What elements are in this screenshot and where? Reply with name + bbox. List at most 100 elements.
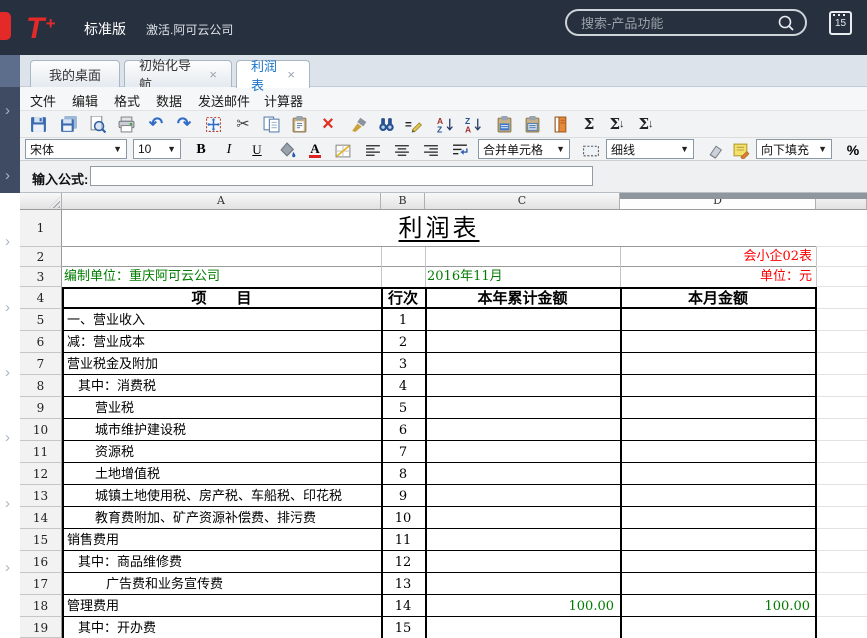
formula-input[interactable] xyxy=(90,166,593,186)
cell-a13[interactable]: 城镇土地使用税、房产税、车船税、印花税 xyxy=(64,487,378,506)
cell-d11[interactable] xyxy=(622,443,810,462)
underline-button[interactable]: U xyxy=(244,138,270,162)
cell-a5[interactable]: 一、营业收入 xyxy=(64,311,378,330)
cell-b12[interactable]: 8 xyxy=(383,465,423,484)
cell-a9[interactable]: 营业税 xyxy=(64,399,378,418)
edit-formula-button[interactable]: = xyxy=(401,112,427,136)
cut-button[interactable]: ✂ xyxy=(230,112,256,136)
row-header-15[interactable]: 15 xyxy=(20,529,62,551)
save-as-button[interactable] xyxy=(56,112,82,136)
font-select[interactable]: 宋体 ▼ xyxy=(25,139,127,159)
cell-a10[interactable]: 城市维护建设税 xyxy=(64,421,378,440)
row-header-8[interactable]: 8 xyxy=(20,375,62,397)
menu-格式[interactable]: 格式 xyxy=(114,91,140,110)
sidebar-expand-chevron-icon[interactable]: › xyxy=(5,560,10,575)
sidebar-expand-chevron-icon[interactable]: › xyxy=(5,496,10,511)
cell-d7[interactable] xyxy=(622,355,810,374)
cell-b10[interactable]: 6 xyxy=(383,421,423,440)
row-header-1[interactable]: 1 xyxy=(20,210,62,247)
cell-c6[interactable] xyxy=(427,333,614,352)
row-header-4[interactable]: 4 xyxy=(20,287,62,309)
save-button[interactable] xyxy=(25,112,51,136)
cell-a11[interactable]: 资源税 xyxy=(64,443,378,462)
cell-d6[interactable] xyxy=(622,333,810,352)
close-icon[interactable]: × xyxy=(209,68,217,81)
print-preview-button[interactable] xyxy=(84,112,110,136)
cell-a15[interactable]: 销售费用 xyxy=(64,531,378,550)
fill-direction-select[interactable]: 向下填充 ▼ xyxy=(756,139,832,159)
find-button[interactable] xyxy=(373,112,399,136)
cell-d5[interactable] xyxy=(622,311,810,330)
cell-d17[interactable] xyxy=(622,575,810,594)
cell-a7[interactable]: 营业税金及附加 xyxy=(64,355,378,374)
bold-button[interactable]: B xyxy=(188,138,214,162)
menu-计算器[interactable]: 计算器 xyxy=(264,91,303,110)
cell-a6[interactable]: 减：营业成本 xyxy=(64,333,378,352)
menu-编辑[interactable]: 编辑 xyxy=(72,91,98,110)
cell-c17[interactable] xyxy=(427,575,614,594)
cell-a17[interactable]: 广告费和业务宣传费 xyxy=(64,575,378,594)
percent-button[interactable]: % xyxy=(840,138,866,162)
paste-button[interactable] xyxy=(286,112,312,136)
merge-cells-select[interactable]: 合并单元格 ▼ xyxy=(478,139,570,159)
cell-c12[interactable] xyxy=(427,465,614,484)
row-header-16[interactable]: 16 xyxy=(20,551,62,573)
cell-c18[interactable]: 100.00 xyxy=(427,597,615,616)
cell-d15[interactable] xyxy=(622,531,810,550)
cell-c5[interactable] xyxy=(427,311,614,330)
cell-d14[interactable] xyxy=(622,509,810,528)
menu-文件[interactable]: 文件 xyxy=(30,91,56,110)
sort-desc-button[interactable]: ZA xyxy=(460,112,486,136)
row-header-6[interactable]: 6 xyxy=(20,331,62,353)
cell-c7[interactable] xyxy=(427,355,614,374)
cell-b19[interactable]: 15 xyxy=(383,619,423,638)
search-input[interactable]: 搜索-产品功能 xyxy=(565,9,807,36)
cell-b17[interactable]: 13 xyxy=(383,575,423,594)
cell-c11[interactable] xyxy=(427,443,614,462)
notebook-button[interactable] xyxy=(547,112,573,136)
row-header-11[interactable]: 11 xyxy=(20,441,62,463)
cell-a3[interactable]: 编制单位：重庆阿可云公司 xyxy=(64,268,379,286)
cell-b15[interactable]: 11 xyxy=(383,531,423,550)
cell-a8[interactable]: 其中：消费税 xyxy=(64,377,378,396)
align-center-button[interactable] xyxy=(389,138,415,162)
cell-c9[interactable] xyxy=(427,399,614,418)
wrap-text-button[interactable] xyxy=(447,138,473,162)
sidebar-expand-chevron-icon[interactable]: › xyxy=(5,103,10,118)
column-header-C[interactable]: C xyxy=(425,193,620,210)
cell-c14[interactable] xyxy=(427,509,614,528)
tab-初始化导航[interactable]: 初始化导航 × xyxy=(124,58,232,92)
menu-发送邮件[interactable]: 发送邮件 xyxy=(198,91,250,110)
cell-c13[interactable] xyxy=(427,487,614,506)
menu-数据[interactable]: 数据 xyxy=(156,91,182,110)
paste-values-button[interactable] xyxy=(519,112,545,136)
undo-button[interactable]: ↶ xyxy=(143,112,169,136)
cell-b6[interactable]: 2 xyxy=(383,333,423,352)
cell-c16[interactable] xyxy=(427,553,614,572)
row-header-17[interactable]: 17 xyxy=(20,573,62,595)
cell-a12[interactable]: 土地增值税 xyxy=(64,465,378,484)
cell-b8[interactable]: 4 xyxy=(383,377,423,396)
cell-b18[interactable]: 14 xyxy=(383,597,423,616)
row-header-3[interactable]: 3 xyxy=(20,267,62,287)
format-note-button[interactable] xyxy=(728,138,754,162)
cell-a4[interactable]: 项 目 xyxy=(64,290,379,307)
column-header-B[interactable]: B xyxy=(381,193,425,210)
calendar-icon[interactable]: 15 xyxy=(829,11,852,35)
cell-a19[interactable]: 其中：开办费 xyxy=(64,619,378,638)
align-right-button[interactable] xyxy=(418,138,444,162)
row-header-14[interactable]: 14 xyxy=(20,507,62,529)
sidebar-expand-chevron-icon[interactable]: › xyxy=(5,430,10,445)
cell-d2[interactable]: 会小企02表 xyxy=(622,248,812,266)
cell-b14[interactable]: 10 xyxy=(383,509,423,528)
row-header-10[interactable]: 10 xyxy=(20,419,62,441)
cell-border-button[interactable] xyxy=(578,138,604,162)
cell-c8[interactable] xyxy=(427,377,614,396)
font-color-button[interactable]: A xyxy=(302,138,328,162)
row-header-12[interactable]: 12 xyxy=(20,463,62,485)
cell-d12[interactable] xyxy=(622,465,810,484)
format-painter-button[interactable] xyxy=(345,112,371,136)
cell-b13[interactable]: 9 xyxy=(383,487,423,506)
cell-b5[interactable]: 1 xyxy=(383,311,423,330)
cell-a18[interactable]: 管理费用 xyxy=(64,597,378,616)
